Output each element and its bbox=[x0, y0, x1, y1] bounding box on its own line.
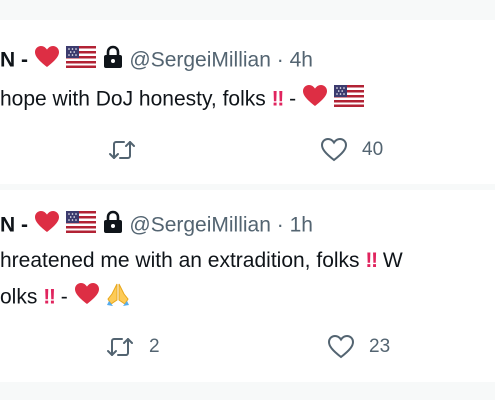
tweet-text: hope with DoJ honesty, folks ‼ - bbox=[0, 84, 364, 116]
red-heart-emoji bbox=[34, 45, 60, 77]
tweet-text-line-2: olks ‼ - bbox=[0, 281, 131, 315]
tweet-text-segment: olks bbox=[0, 285, 38, 309]
tweet-timestamp[interactable]: 1h bbox=[290, 214, 313, 237]
tweet-text-segment: - bbox=[289, 87, 297, 111]
like-button[interactable]: 40 bbox=[320, 137, 383, 163]
folded-hands-emoji bbox=[105, 281, 131, 315]
tweet-header: N - @SergeiMillian · 1h bbox=[0, 210, 313, 242]
like-icon bbox=[327, 334, 355, 360]
tweet-card[interactable]: N - @SergeiMillian · 4h hope with DoJ ho… bbox=[0, 21, 495, 183]
retweet-icon bbox=[107, 138, 137, 162]
us-flag-emoji bbox=[333, 85, 364, 115]
red-heart-emoji bbox=[74, 282, 100, 314]
retweet-button[interactable] bbox=[107, 138, 151, 162]
tweet-text-line-1: hreatened me with an extradition, folks … bbox=[0, 247, 403, 275]
timeline-separator-top bbox=[0, 0, 495, 20]
double-exclamation-emoji: ‼ bbox=[365, 249, 378, 272]
display-name[interactable]: N - bbox=[0, 214, 28, 237]
user-handle[interactable]: @SergeiMillian bbox=[129, 49, 271, 72]
separator-dot: · bbox=[276, 48, 284, 72]
tweet-timestamp[interactable]: 4h bbox=[290, 49, 313, 72]
red-heart-emoji bbox=[302, 84, 328, 116]
retweet-count: 2 bbox=[149, 336, 160, 357]
tweet-text-segment: hreatened me with an extradition, folks bbox=[0, 249, 360, 272]
like-button[interactable]: 23 bbox=[327, 334, 390, 360]
lock-icon bbox=[102, 45, 124, 77]
tweet-text-segment: W bbox=[382, 249, 403, 272]
tweet-text-segment: hope with DoJ honesty, folks bbox=[0, 87, 266, 111]
tweet-header: N - @SergeiMillian · 4h bbox=[0, 45, 313, 77]
double-exclamation-emoji: ‼ bbox=[271, 87, 285, 111]
separator-dot: · bbox=[276, 213, 284, 237]
us-flag-emoji bbox=[65, 211, 96, 241]
retweet-icon bbox=[105, 335, 135, 359]
like-count: 23 bbox=[369, 336, 391, 357]
double-exclamation-emoji: ‼ bbox=[43, 285, 56, 309]
us-flag-emoji bbox=[65, 46, 96, 76]
like-count: 40 bbox=[362, 139, 384, 160]
red-heart-emoji bbox=[34, 210, 60, 242]
tweet-text-segment: - bbox=[60, 285, 68, 309]
display-name[interactable]: N - bbox=[0, 49, 28, 72]
timeline-separator-bottom bbox=[0, 382, 495, 400]
lock-icon bbox=[102, 210, 124, 242]
user-handle[interactable]: @SergeiMillian bbox=[129, 214, 271, 237]
retweet-button[interactable]: 2 bbox=[105, 335, 160, 359]
like-icon bbox=[320, 137, 348, 163]
tweet-card[interactable]: N - @SergeiMillian · 1h hreatened me wit… bbox=[0, 190, 495, 381]
